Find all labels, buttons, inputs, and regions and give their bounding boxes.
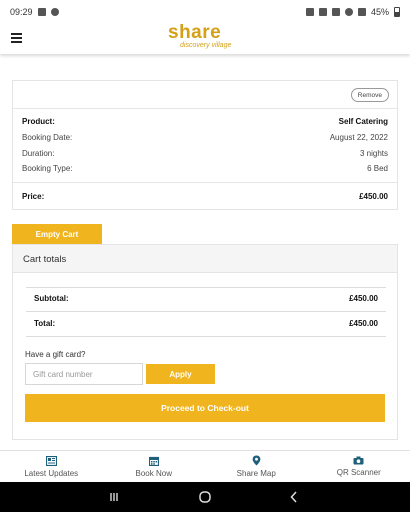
divider (26, 287, 386, 288)
divider (13, 108, 397, 109)
totals-table: Subtotal: £450.00 Total: £450.00 (26, 287, 386, 337)
battery-percent: 45% (370, 7, 389, 17)
back-icon[interactable] (282, 482, 306, 512)
nav-latest-updates[interactable]: Latest Updates (0, 451, 103, 482)
status-bar: 09:29 45% (0, 0, 410, 24)
nav-share-map[interactable]: Share Map (205, 451, 308, 482)
alarm-icon (305, 8, 314, 16)
subtotal-row: Subtotal: £450.00 (34, 294, 378, 303)
wifi-icon (344, 8, 353, 16)
camera-icon (353, 456, 364, 465)
booking-type-value: 6 Bed (367, 164, 388, 173)
recent-apps-icon[interactable] (102, 482, 126, 512)
subtotal-value: £450.00 (349, 294, 378, 303)
booking-type-label: Booking Type: (22, 164, 73, 173)
cart-totals-header: Cart totals (13, 245, 397, 273)
checkout-button[interactable]: Proceed to Check-out (25, 394, 385, 422)
total-row: Total: £450.00 (34, 319, 378, 328)
nav-qr-scanner[interactable]: QR Scanner (308, 451, 410, 482)
gift-card-input[interactable]: Gift card number (25, 363, 143, 385)
duration-label: Duration: (22, 149, 55, 158)
system-navigation-bar (0, 482, 410, 512)
subtotal-label: Subtotal: (34, 294, 69, 303)
apply-button[interactable]: Apply (146, 364, 215, 384)
cart-item-card: Remove Product: Self Catering Booking Da… (12, 80, 398, 210)
signal-icon (357, 8, 366, 16)
home-icon[interactable] (192, 482, 218, 512)
logo-tagline: discovery village (180, 42, 232, 49)
gift-card-question: Have a gift card? (25, 350, 86, 359)
remove-button[interactable]: Remove (350, 88, 389, 102)
nav-label: Share Map (236, 469, 276, 478)
empty-cart-button[interactable]: Empty Cart (12, 224, 102, 244)
divider (26, 336, 386, 337)
nav-label: Book Now (135, 468, 172, 478)
nfc-icon (318, 8, 327, 16)
duration-value: 3 nights (359, 149, 388, 158)
calendar-icon (148, 456, 159, 466)
duration-row: Duration: 3 nights (22, 149, 388, 158)
product-label: Product: (22, 117, 55, 126)
image-notification-icon (37, 8, 46, 16)
nav-label: Latest Updates (24, 468, 79, 478)
bottom-navigation: Latest Updates Book Now Share Map QR Sca… (0, 450, 410, 482)
price-label: Price: (22, 192, 45, 201)
product-value: Self Catering (338, 117, 388, 126)
divider (26, 311, 386, 312)
status-time: 09:29 (10, 7, 33, 17)
battery-icon (394, 7, 400, 17)
booking-date-row: Booking Date: August 22, 2022 (22, 133, 388, 142)
brand-logo[interactable]: share discovery village (168, 22, 248, 53)
app-screen: 09:29 45% share discovery village Remove… (0, 0, 410, 512)
map-pin-icon (252, 455, 261, 466)
nav-label: QR Scanner (336, 468, 381, 477)
logo-wordmark: share (168, 22, 222, 43)
app-header: share discovery village (0, 22, 410, 54)
divider (13, 182, 397, 183)
menu-icon[interactable] (11, 33, 22, 43)
total-value: £450.00 (349, 319, 378, 328)
price-row: Price: £450.00 (22, 192, 388, 201)
newspaper-icon (45, 455, 57, 466)
booking-date-label: Booking Date: (22, 133, 73, 142)
price-value: £450.00 (359, 192, 388, 201)
mute-icon (331, 8, 340, 16)
nav-book-now[interactable]: Book Now (103, 451, 206, 482)
booking-date-value: August 22, 2022 (329, 133, 388, 142)
notification-icon (50, 8, 59, 16)
booking-type-row: Booking Type: 6 Bed (22, 164, 388, 173)
product-row: Product: Self Catering (22, 117, 388, 126)
cart-totals-title: Cart totals (23, 254, 67, 265)
total-label: Total: (34, 319, 56, 328)
